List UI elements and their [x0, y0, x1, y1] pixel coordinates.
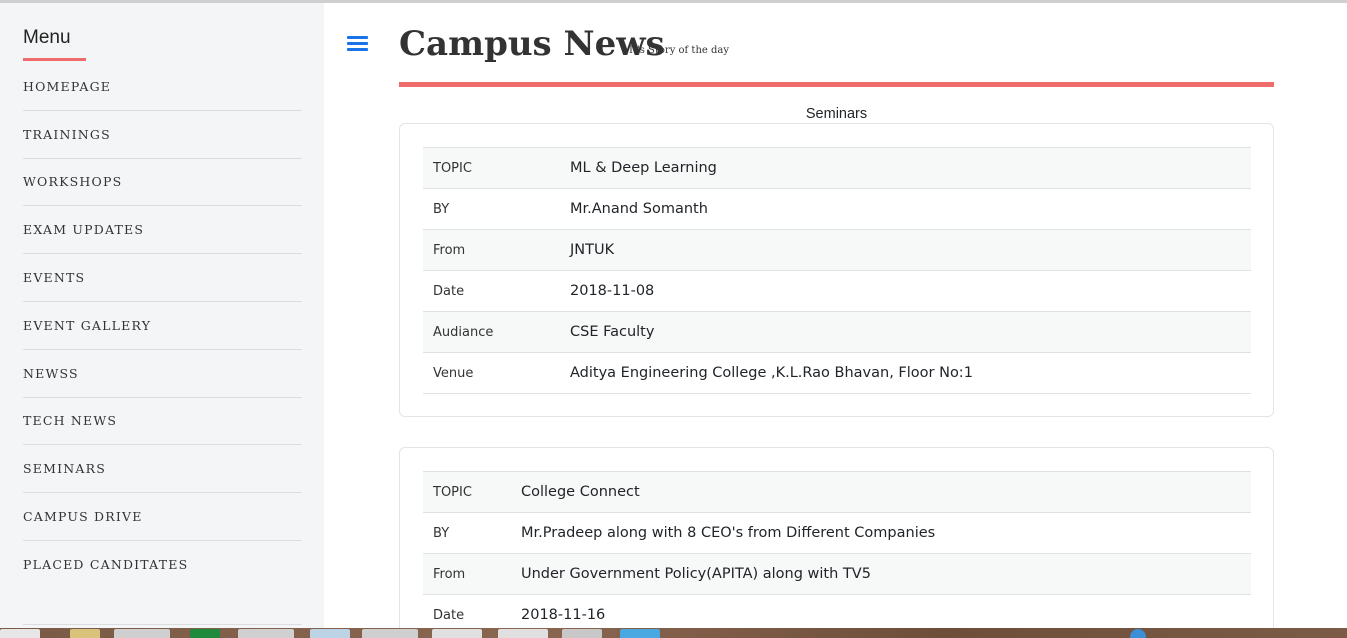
sidebar-item-label[interactable]: HOMEPAGE: [23, 79, 111, 94]
taskbar-app-icon[interactable]: [432, 629, 482, 638]
sidebar-item-label[interactable]: SEMINARS: [23, 461, 106, 476]
table-row: From Under Government Policy(APITA) along…: [423, 553, 1251, 595]
row-value: Under Government Policy(APITA) along wit…: [521, 553, 1251, 595]
start-button[interactable]: [0, 629, 40, 638]
taskbar-app-icon[interactable]: [190, 629, 220, 638]
sidebar-item-newss[interactable]: NEWSS: [23, 350, 302, 398]
sidebar-item-tech-news[interactable]: TECH NEWS: [23, 398, 302, 446]
sidebar-item-label[interactable]: NEWSS: [23, 366, 79, 381]
hamburger-menu-icon[interactable]: [347, 34, 368, 53]
sidebar-title: Menu: [23, 27, 71, 48]
sidebar-item-exam-updates[interactable]: EXAM UPDATES: [23, 206, 302, 255]
sidebar-item-label[interactable]: TECH NEWS: [23, 413, 117, 428]
row-key: BY: [423, 188, 570, 230]
page-title: Campus News: [399, 24, 665, 64]
row-key: From: [423, 229, 570, 271]
table-row: Venue Aditya Engineering College ,K.L.Rao…: [423, 352, 1251, 394]
row-value: CSE Faculty: [570, 311, 1251, 353]
row-value: 2018-11-08: [570, 270, 1251, 312]
table-row: TOPIC College Connect: [423, 471, 1251, 513]
sidebar-item-label[interactable]: EXAM UPDATES: [23, 222, 144, 237]
sidebar-title-underline: [23, 58, 86, 61]
table-row: From JNTUK: [423, 229, 1251, 271]
sidebar-item-placed-canditates[interactable]: PLACED CANDITATES: [23, 541, 302, 589]
taskbar-app-icon[interactable]: [114, 629, 170, 638]
sidebar-item-campus-drive[interactable]: CAMPUS DRIVE: [23, 493, 302, 541]
sidebar-menu: HOMEPAGE TRAININGS WORKSHOPS EXAM UPDATE…: [23, 63, 302, 589]
row-key: BY: [423, 512, 521, 554]
table-row: Date 2018-11-08: [423, 270, 1251, 312]
row-value: ML & Deep Learning: [570, 147, 1251, 189]
sidebar-item-seminars[interactable]: SEMINARS: [23, 445, 302, 494]
row-value: Mr.Pradeep along with 8 CEO's from Diffe…: [521, 512, 1251, 554]
title-accent-bar: [399, 82, 1274, 87]
section-heading: Seminars: [805, 106, 868, 122]
sidebar-item-event-gallery[interactable]: EVENT GALLERY: [23, 302, 302, 350]
seminar-details-table: TOPIC ML & Deep Learning BY Mr.Anand Soman…: [423, 147, 1251, 394]
sidebar-item-workshops[interactable]: WORKSHOPS: [23, 159, 302, 207]
sidebar-item-label[interactable]: TRAININGS: [23, 127, 111, 142]
page-subtitle: It's Story of the day: [629, 45, 729, 56]
taskbar-app-icon[interactable]: [310, 629, 350, 638]
tray-icon[interactable]: [1130, 629, 1146, 638]
sidebar-item-label[interactable]: EVENTS: [23, 270, 85, 285]
taskbar-app-icon[interactable]: [562, 629, 602, 638]
sidebar-divider: [23, 624, 302, 625]
row-key: Venue: [423, 352, 570, 394]
sidebar-item-label[interactable]: WORKSHOPS: [23, 174, 122, 189]
sidebar-item-label[interactable]: CAMPUS DRIVE: [23, 509, 143, 524]
sidebar-item-label[interactable]: EVENT GALLERY: [23, 318, 151, 333]
taskbar-app-icon[interactable]: [70, 629, 100, 638]
taskbar-app-icon[interactable]: [238, 629, 294, 638]
sidebar-item-trainings[interactable]: TRAININGS: [23, 111, 302, 159]
os-taskbar: [0, 628, 1347, 638]
sidebar: Menu HOMEPAGE TRAININGS WORKSHOPS EXAM U…: [0, 3, 324, 628]
sidebar-item-homepage[interactable]: HOMEPAGE: [23, 63, 302, 111]
sidebar-item-events[interactable]: EVENTS: [23, 254, 302, 302]
table-row: TOPIC ML & Deep Learning: [423, 147, 1251, 189]
row-value: College Connect: [521, 471, 1251, 513]
row-key: Date: [423, 270, 570, 312]
row-key: Audiance: [423, 311, 570, 353]
table-row: BY Mr.Anand Somanth: [423, 188, 1251, 230]
table-row: BY Mr.Pradeep along with 8 CEO's from Dif…: [423, 512, 1251, 554]
seminar-details-table: TOPIC College Connect BY Mr.Pradeep along …: [423, 471, 1251, 636]
taskbar-app-icon[interactable]: [362, 629, 418, 638]
sidebar-item-label[interactable]: PLACED CANDITATES: [23, 557, 188, 572]
row-key: From: [423, 553, 521, 595]
seminar-card: TOPIC College Connect BY Mr.Pradeep along …: [399, 447, 1274, 638]
taskbar-app-icon[interactable]: [620, 629, 660, 638]
table-row: Audiance CSE Faculty: [423, 311, 1251, 353]
row-value: JNTUK: [570, 229, 1251, 271]
seminar-card: TOPIC ML & Deep Learning BY Mr.Anand Soman…: [399, 123, 1274, 417]
row-key: TOPIC: [423, 471, 521, 513]
row-value: Aditya Engineering College ,K.L.Rao Bhav…: [570, 352, 1251, 394]
row-key: TOPIC: [423, 147, 570, 189]
row-value: Mr.Anand Somanth: [570, 188, 1251, 230]
taskbar-app-icon[interactable]: [498, 629, 548, 638]
